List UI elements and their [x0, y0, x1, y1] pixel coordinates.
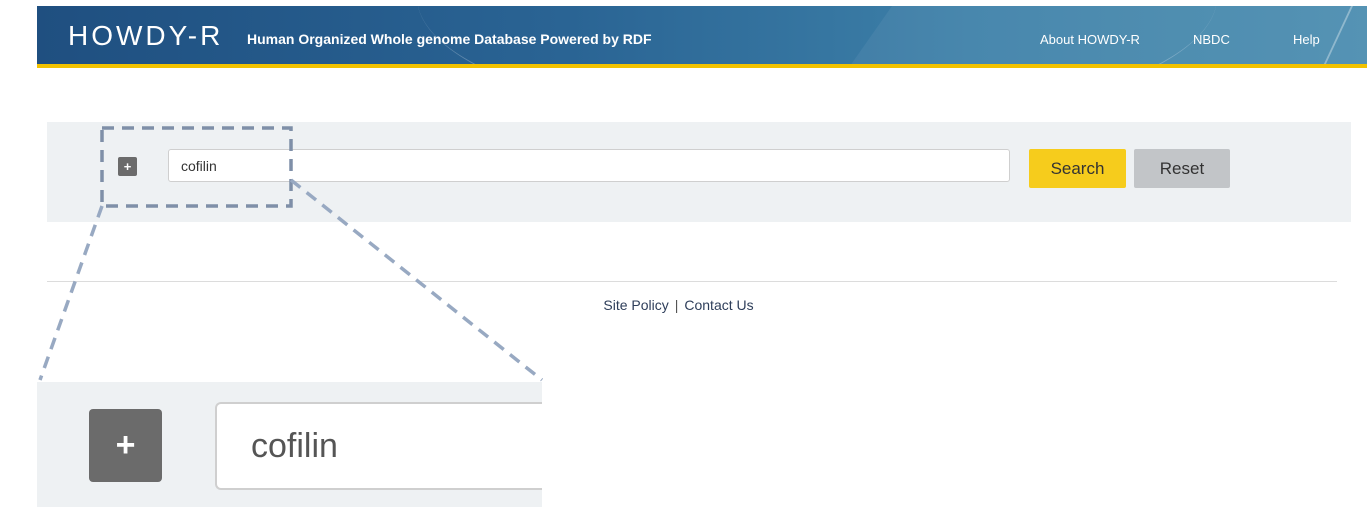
callout-line-right	[289, 178, 544, 382]
callout-overlay	[38, 126, 544, 382]
callout-line-left	[38, 205, 104, 381]
highlight-box	[100, 126, 293, 208]
